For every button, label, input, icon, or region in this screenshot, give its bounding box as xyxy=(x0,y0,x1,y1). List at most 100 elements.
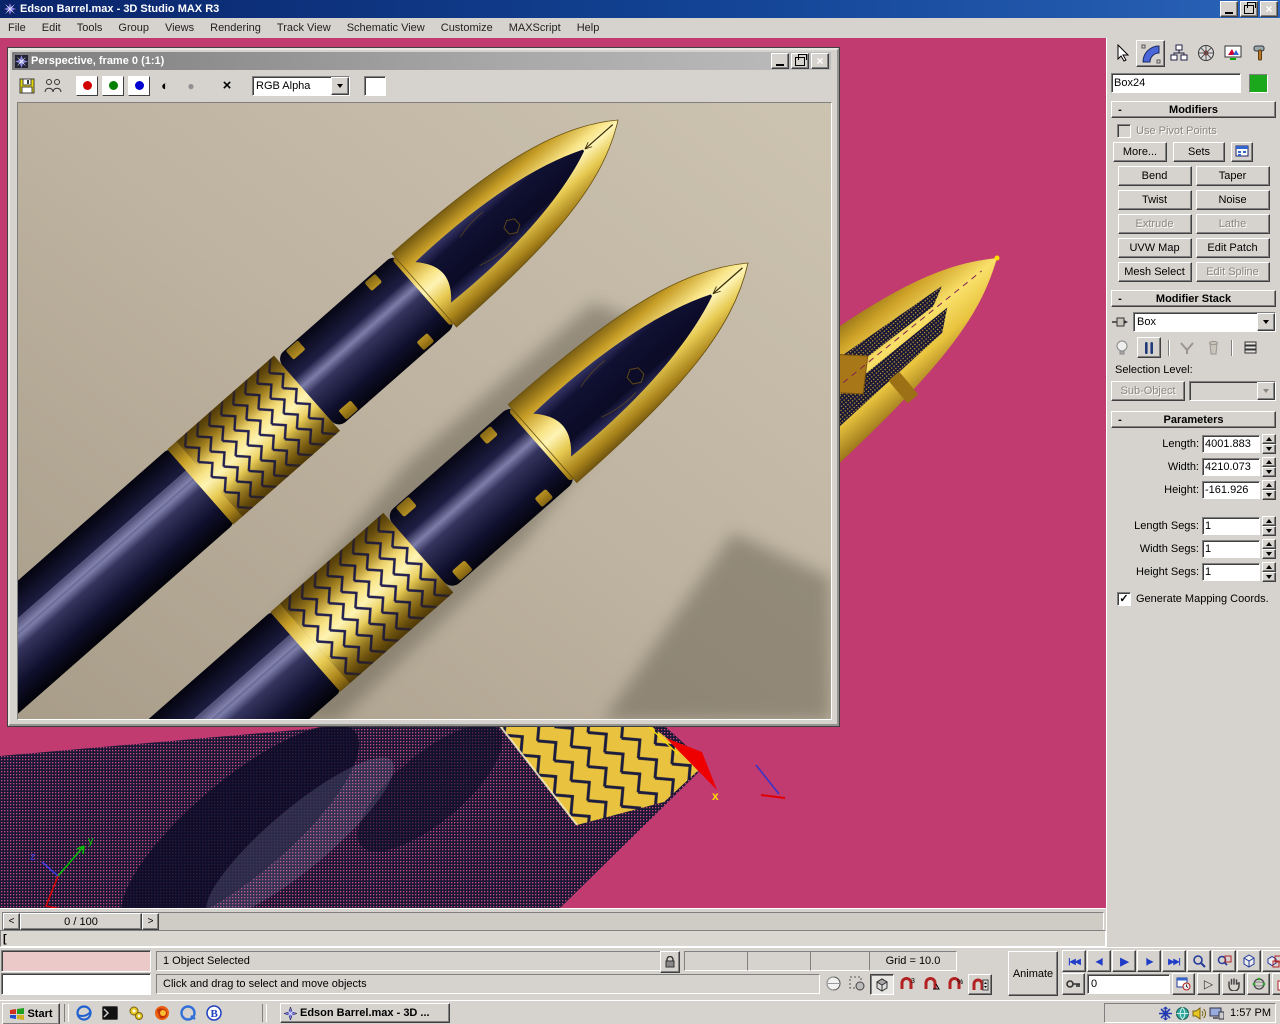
rollout-modifiers[interactable]: - Modifiers xyxy=(1111,101,1276,118)
browser-icon[interactable] xyxy=(152,1004,172,1022)
modifier-stack-dropdown[interactable]: Box xyxy=(1133,312,1276,332)
render-restore-button[interactable] xyxy=(791,53,809,69)
tab-hierarchy[interactable] xyxy=(1165,40,1192,65)
width-spinner[interactable] xyxy=(1262,457,1276,477)
tab-utilities[interactable] xyxy=(1246,40,1273,65)
percent-snap-button[interactable]: % xyxy=(944,974,966,993)
configure-button-sets-button[interactable] xyxy=(1231,142,1253,162)
next-frame-button[interactable]: |▶ xyxy=(1137,950,1161,972)
spinner-snap-button[interactable] xyxy=(968,974,992,995)
selection-lock-button[interactable] xyxy=(660,951,680,973)
field-of-view-button[interactable]: ▷ xyxy=(1197,973,1220,995)
minimize-button[interactable] xyxy=(1220,1,1238,17)
noise-button[interactable]: Noise xyxy=(1196,190,1270,210)
uvw-map-button[interactable]: UVW Map xyxy=(1118,238,1192,258)
go-to-start-button[interactable]: |◀◀ xyxy=(1062,950,1086,972)
zoom-all-button[interactable] xyxy=(1212,950,1236,972)
key-mode-button[interactable] xyxy=(1062,973,1085,995)
monochrome-button[interactable]: ◐ xyxy=(154,76,176,96)
min-max-toggle-button[interactable] xyxy=(1272,973,1280,995)
display-tray-icon[interactable] xyxy=(1209,1006,1224,1021)
height-segs-spinner[interactable] xyxy=(1262,562,1276,582)
mesh-select-button[interactable]: Mesh Select xyxy=(1118,262,1192,282)
menu-tools[interactable]: Tools xyxy=(69,20,111,36)
volume-tray-icon[interactable] xyxy=(1192,1006,1207,1021)
menu-schematic-view[interactable]: Schematic View xyxy=(339,20,433,36)
angle-snap-button[interactable] xyxy=(920,974,942,993)
length-segs-input[interactable] xyxy=(1202,517,1260,535)
menu-edit[interactable]: Edit xyxy=(34,20,69,36)
modifier-sets-button[interactable]: Sets xyxy=(1173,142,1225,162)
b-app-icon[interactable]: B xyxy=(204,1004,224,1022)
animate-button[interactable]: Animate xyxy=(1008,951,1058,996)
previous-frame-button[interactable]: ◀| xyxy=(1087,950,1111,972)
internet-explorer-icon[interactable] xyxy=(74,1004,94,1022)
tab-create[interactable] xyxy=(1109,40,1136,65)
length-segs-spinner[interactable] xyxy=(1262,516,1276,536)
width-segs-spinner[interactable] xyxy=(1262,539,1276,559)
tab-motion[interactable] xyxy=(1192,40,1219,65)
render-window-titlebar[interactable]: Perspective, frame 0 (1:1) × xyxy=(12,52,831,70)
time-slider-prev-button[interactable]: < xyxy=(3,913,20,930)
snowflake-tray-icon[interactable] xyxy=(1158,1006,1173,1021)
menu-views[interactable]: Views xyxy=(157,20,202,36)
menu-customize[interactable]: Customize xyxy=(433,20,501,36)
tab-modify[interactable] xyxy=(1136,40,1165,67)
width-segs-input[interactable] xyxy=(1202,540,1260,558)
go-to-end-button[interactable]: ▶▶| xyxy=(1162,950,1186,972)
use-pivot-checkbox[interactable] xyxy=(1117,124,1131,138)
edit-patch-button[interactable]: Edit Patch xyxy=(1196,238,1270,258)
edit-stack-button[interactable] xyxy=(1239,338,1261,357)
selection-filter-button[interactable] xyxy=(846,974,868,993)
snap-toggle-button[interactable] xyxy=(870,974,894,995)
blue-channel-button[interactable] xyxy=(128,76,150,96)
dropdown-arrow-icon[interactable] xyxy=(331,77,349,95)
quicktime-icon[interactable] xyxy=(178,1004,198,1022)
dropdown-arrow-icon[interactable] xyxy=(1257,313,1275,331)
arc-rotate-button[interactable] xyxy=(1247,973,1270,995)
macro-recorder-pane[interactable] xyxy=(1,950,151,972)
play-button[interactable]: ▶ xyxy=(1112,950,1136,972)
channel-dropdown[interactable]: RGB Alpha xyxy=(252,76,350,96)
red-channel-button[interactable] xyxy=(76,76,98,96)
menu-rendering[interactable]: Rendering xyxy=(202,20,269,36)
time-slider-next-button[interactable]: > xyxy=(142,913,159,930)
render-close-button[interactable]: × xyxy=(811,53,829,69)
object-name-input[interactable] xyxy=(1111,73,1241,93)
bend-button[interactable]: Bend xyxy=(1118,166,1192,186)
restore-button[interactable] xyxy=(1240,1,1258,17)
height-input[interactable] xyxy=(1202,481,1260,499)
maxscript-listener-pane[interactable] xyxy=(1,973,151,995)
task-button-edson[interactable]: Edson Barrel.max - 3D ... xyxy=(280,1003,450,1023)
start-button[interactable]: Start xyxy=(2,1003,60,1024)
clone-buffer-button[interactable] xyxy=(42,76,64,96)
alpha-channel-button[interactable]: ● xyxy=(180,76,202,96)
zoom-extents-button[interactable] xyxy=(1237,950,1261,972)
tab-display[interactable] xyxy=(1219,40,1246,65)
snap-3d-button[interactable]: 3 xyxy=(896,974,918,993)
height-spinner[interactable] xyxy=(1262,480,1276,500)
gears-icon[interactable] xyxy=(126,1004,146,1022)
show-end-result-button[interactable] xyxy=(1137,337,1161,358)
time-configuration-button[interactable] xyxy=(1172,973,1195,995)
menu-help[interactable]: Help xyxy=(569,20,608,36)
time-slider-track[interactable] xyxy=(2,912,1104,931)
close-button[interactable]: × xyxy=(1260,1,1278,17)
globe-tray-icon[interactable] xyxy=(1175,1006,1190,1021)
pin-stack-icon[interactable] xyxy=(1111,315,1129,329)
height-segs-input[interactable] xyxy=(1202,563,1260,581)
clear-button[interactable]: × xyxy=(216,76,238,96)
twist-button[interactable]: Twist xyxy=(1118,190,1192,210)
render-minimize-button[interactable] xyxy=(771,53,789,69)
object-color-swatch[interactable] xyxy=(1249,74,1268,93)
length-spinner[interactable] xyxy=(1262,434,1276,454)
pan-button[interactable] xyxy=(1222,973,1245,995)
save-bitmap-button[interactable] xyxy=(16,76,38,96)
menu-file[interactable]: File xyxy=(0,20,34,36)
rollout-parameters[interactable]: - Parameters xyxy=(1111,411,1276,428)
zoom-extents-all-button[interactable] xyxy=(1262,950,1280,972)
width-input[interactable] xyxy=(1202,458,1260,476)
rollout-modifier-stack[interactable]: - Modifier Stack xyxy=(1111,290,1276,307)
zoom-button[interactable] xyxy=(1187,950,1211,972)
time-slider-handle[interactable]: 0 / 100 xyxy=(20,913,142,930)
